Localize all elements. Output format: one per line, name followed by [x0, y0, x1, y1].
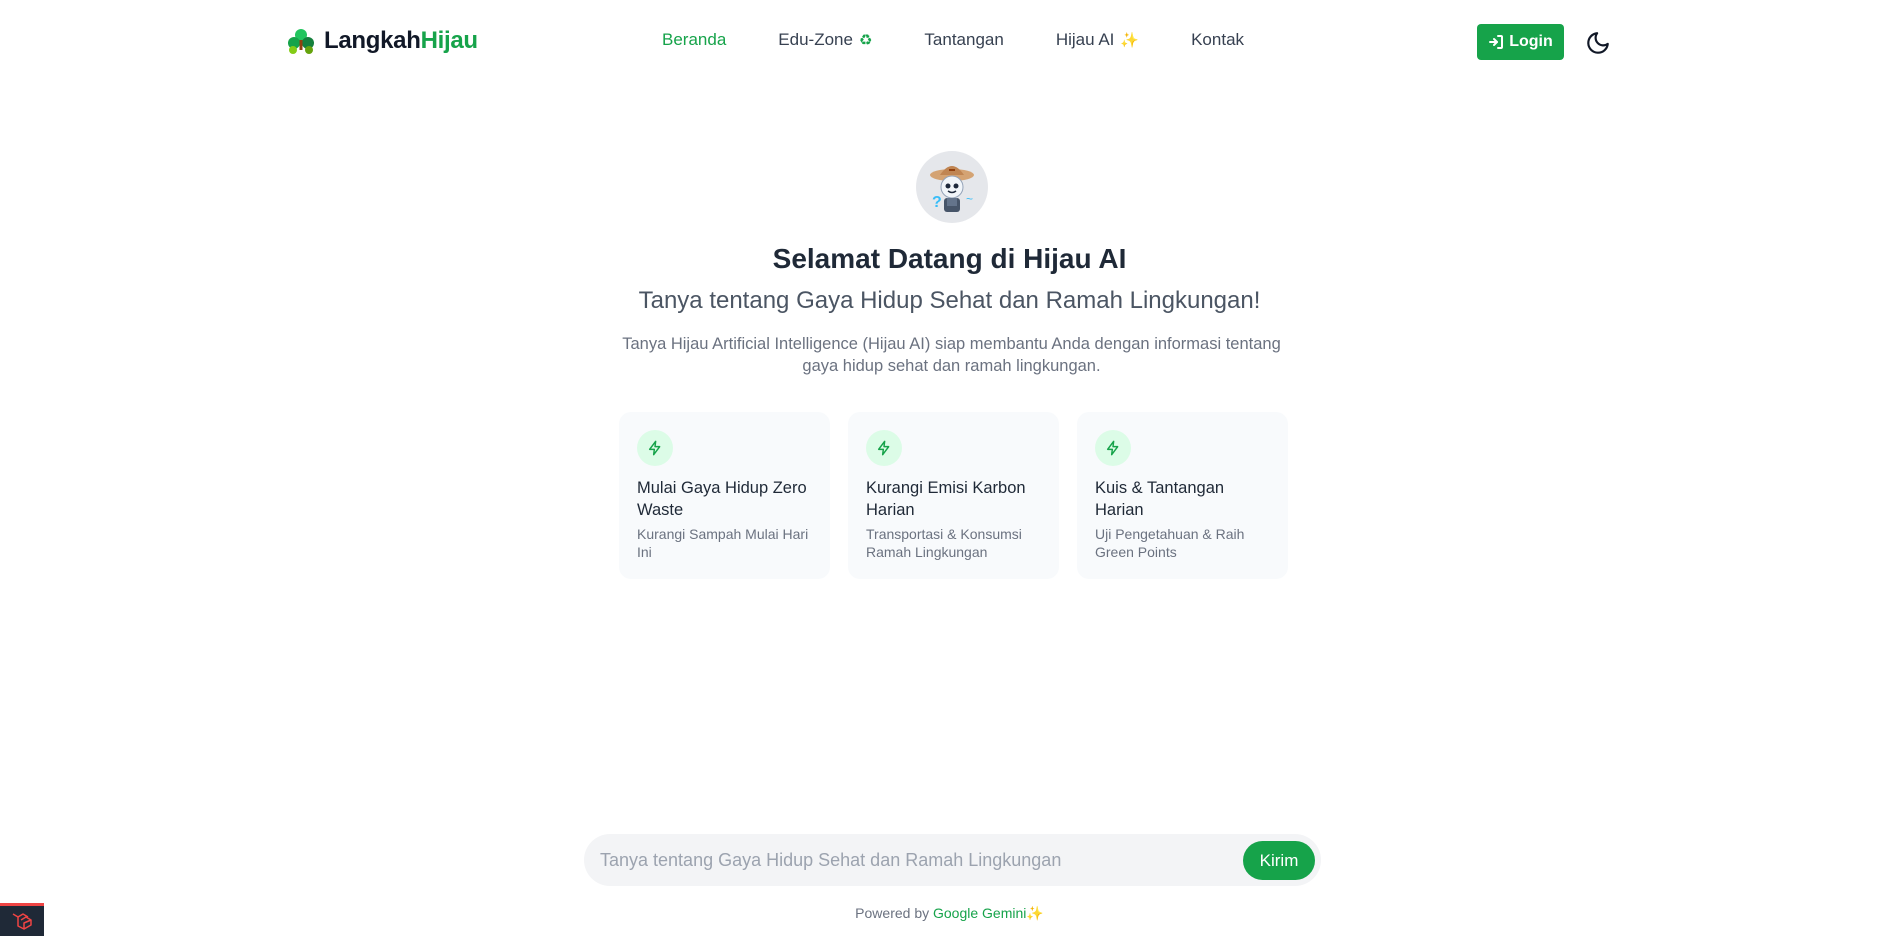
- nav-item-beranda[interactable]: Beranda: [662, 30, 726, 50]
- lightning-icon: [1095, 430, 1131, 466]
- ai-mascot-avatar: ? ~: [916, 151, 988, 223]
- page-subtitle: Tanya tentang Gaya Hidup Sehat dan Ramah…: [638, 287, 1261, 314]
- login-label: Login: [1509, 33, 1553, 50]
- nav-item-hijau-ai[interactable]: Hijau AI ✨: [1056, 30, 1139, 50]
- brand-logo[interactable]: LangkahHijau: [286, 26, 478, 56]
- suggestion-cards: Mulai Gaya Hidup Zero Waste Kurangi Samp…: [619, 412, 1288, 579]
- powered-by-footer: Powered by Google Gemini✨: [855, 905, 1044, 921]
- moon-icon[interactable]: [1585, 30, 1611, 56]
- login-button[interactable]: Login: [1477, 24, 1564, 60]
- chat-input[interactable]: [600, 834, 1200, 886]
- nav-item-tantangan[interactable]: Tantangan: [924, 30, 1003, 50]
- svg-text:~: ~: [966, 192, 973, 206]
- nav-item-edu-zone[interactable]: Edu-Zone ♻: [778, 30, 872, 50]
- sign-in-icon: [1489, 35, 1504, 49]
- brand-name: LangkahHijau: [324, 27, 478, 54]
- suggestion-card-zero-waste[interactable]: Mulai Gaya Hidup Zero Waste Kurangi Samp…: [619, 412, 830, 579]
- card-subtitle: Kurangi Sampah Mulai Hari Ini: [637, 526, 809, 560]
- main-nav: Beranda Edu-Zone ♻ Tantangan Hijau AI ✨ …: [662, 30, 1296, 50]
- lightning-icon: [866, 430, 902, 466]
- card-subtitle: Uji Pengetahuan & Raih Green Points: [1095, 526, 1245, 560]
- recycle-icon: ♻: [858, 32, 873, 49]
- plant-logo-icon: [288, 29, 314, 54]
- laravel-icon: [12, 913, 32, 930]
- svg-text:?: ?: [932, 194, 942, 211]
- send-button[interactable]: Kirim: [1243, 841, 1315, 880]
- sparkle-icon: ✨: [1026, 905, 1044, 921]
- card-title: Kuis & Tantangan Harian: [1095, 479, 1225, 519]
- card-title: Mulai Gaya Hidup Zero Waste: [637, 479, 807, 519]
- debugbar-toggle[interactable]: [0, 903, 44, 936]
- farmer-robot-icon: ? ~: [930, 166, 974, 212]
- card-subtitle: Transportasi & Konsumsi Ramah Lingkungan: [866, 526, 1022, 560]
- suggestion-card-emisi-karbon[interactable]: Kurangi Emisi Karbon Harian Transportasi…: [848, 412, 1059, 579]
- page-title: Selamat Datang di Hijau AI: [772, 243, 1127, 274]
- page-description: Tanya Hijau Artificial Intelligence (Hij…: [622, 335, 1281, 375]
- nav-item-kontak[interactable]: Kontak: [1191, 30, 1244, 50]
- chat-input-bar: Kirim: [584, 834, 1321, 886]
- sparkle-icon: ✨: [1120, 32, 1140, 49]
- top-navbar: LangkahHijau Beranda Edu-Zone ♻ Tantanga…: [0, 0, 1899, 84]
- card-title: Kurangi Emisi Karbon Harian: [866, 479, 1026, 519]
- gemini-link[interactable]: Google Gemini: [933, 905, 1026, 921]
- suggestion-card-kuis[interactable]: Kuis & Tantangan Harian Uji Pengetahuan …: [1077, 412, 1288, 579]
- lightning-icon: [637, 430, 673, 466]
